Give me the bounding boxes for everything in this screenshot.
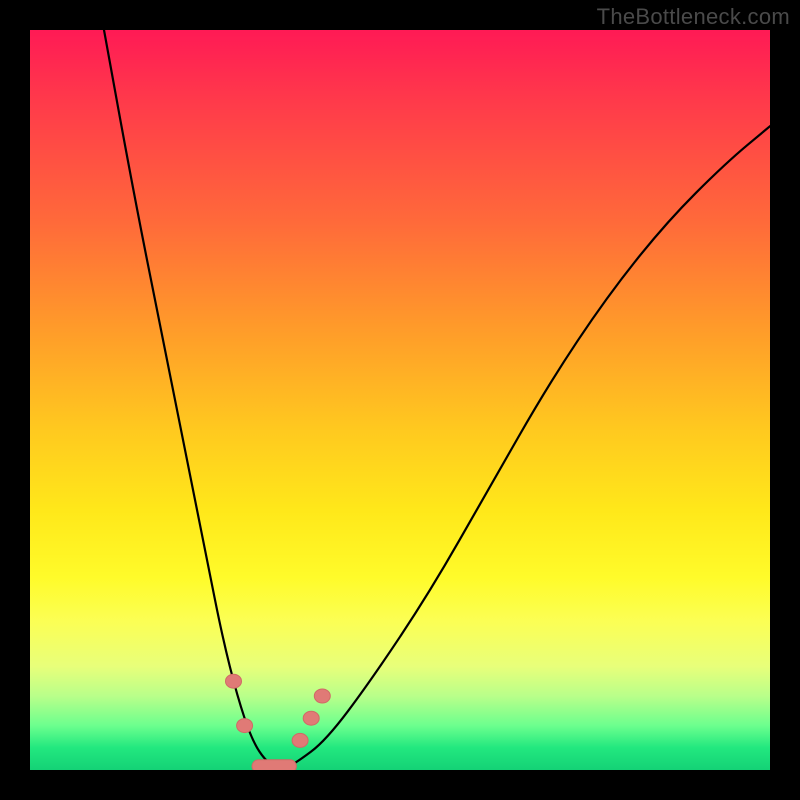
data-marker bbox=[303, 711, 319, 725]
curve-layer bbox=[30, 30, 770, 770]
data-marker bbox=[226, 674, 242, 688]
bottleneck-curve bbox=[104, 30, 770, 768]
data-marker bbox=[292, 733, 308, 747]
watermark-text: TheBottleneck.com bbox=[597, 4, 790, 30]
markers-group bbox=[226, 674, 331, 770]
data-marker bbox=[314, 689, 330, 703]
flat-segment-marker bbox=[252, 760, 296, 770]
data-marker bbox=[237, 719, 253, 733]
plot-area bbox=[30, 30, 770, 770]
chart-frame: TheBottleneck.com bbox=[0, 0, 800, 800]
